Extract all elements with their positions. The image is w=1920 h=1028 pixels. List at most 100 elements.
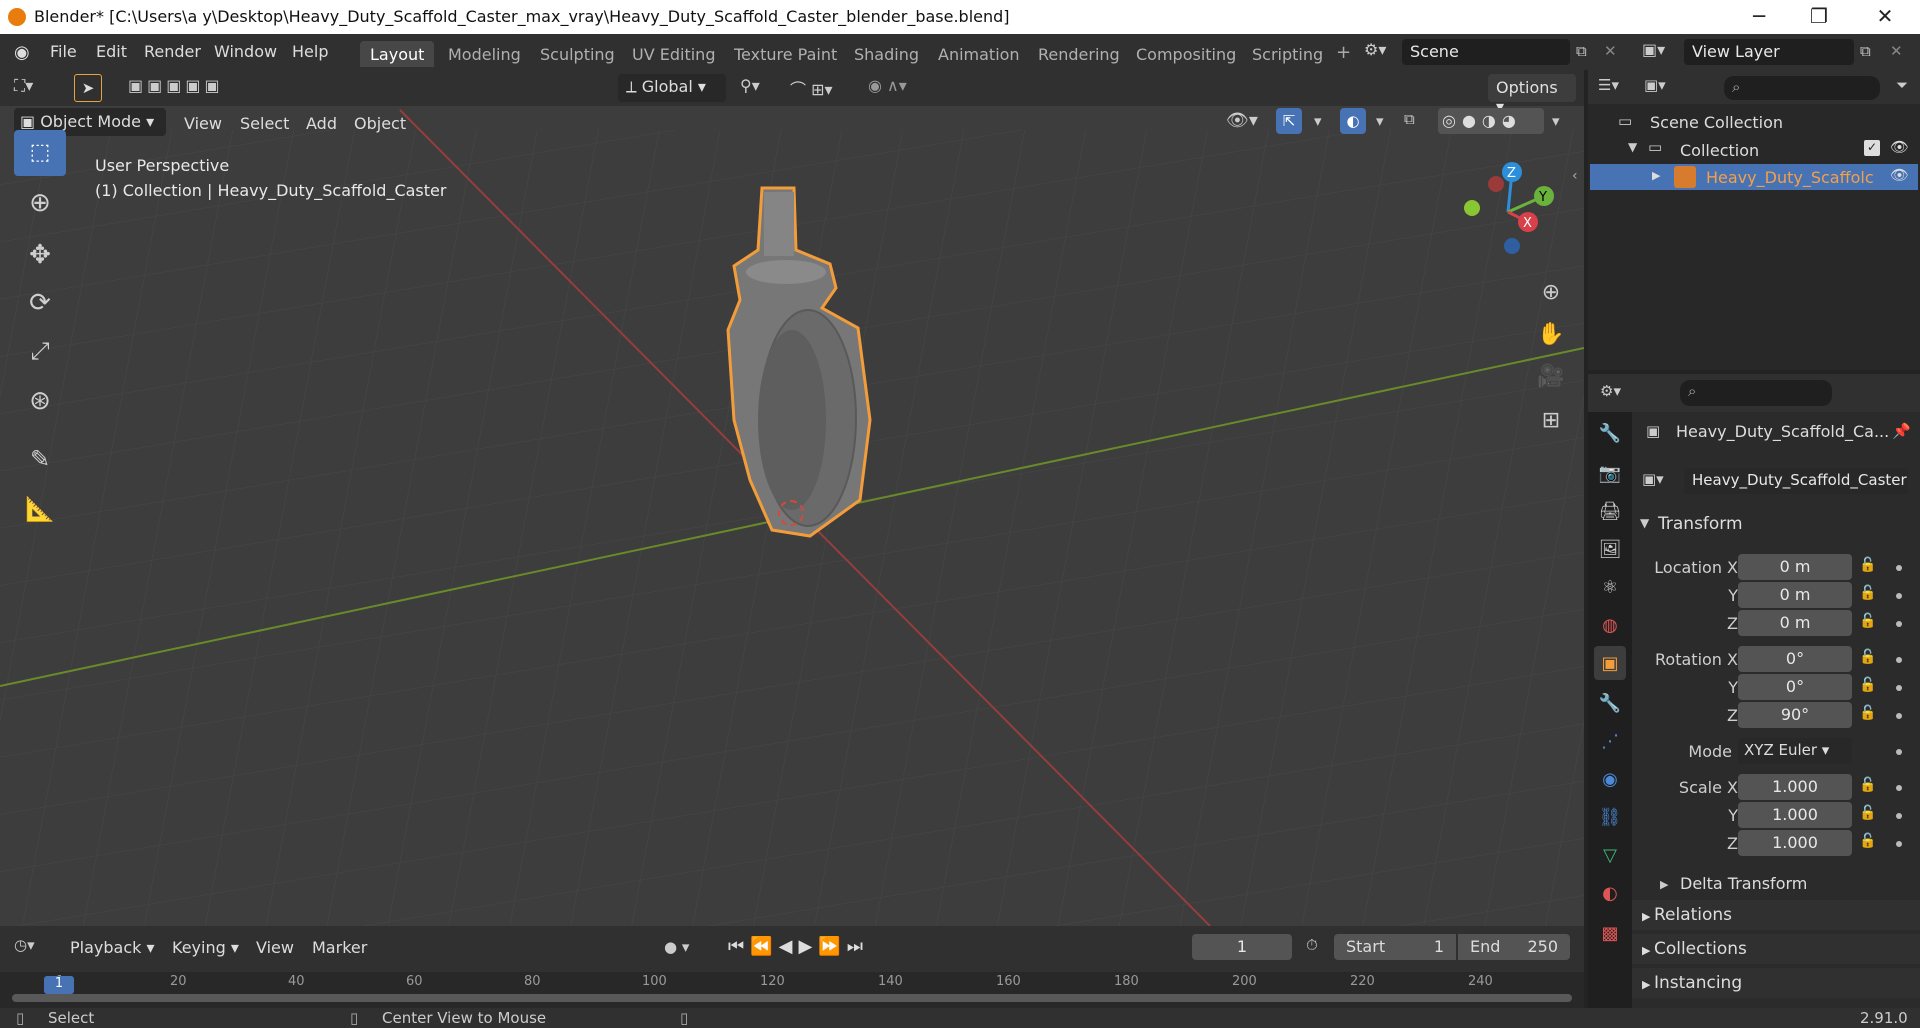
playhead-frame[interactable]: 1 bbox=[44, 976, 74, 994]
view-layer-field[interactable]: View Layer bbox=[1684, 39, 1854, 65]
menu-file[interactable]: File bbox=[50, 42, 77, 61]
current-frame-field[interactable]: 1 bbox=[1192, 934, 1292, 960]
menu-playback[interactable]: Playback ▾ bbox=[64, 938, 161, 966]
maximize-button[interactable]: ❐ bbox=[1796, 2, 1842, 32]
object-visibility-icon[interactable]: 👁 bbox=[1890, 166, 1909, 184]
tool-cursor[interactable]: ⊕ bbox=[14, 180, 66, 226]
transform-orientation-select[interactable]: ⟂ Global ▾ bbox=[618, 74, 726, 102]
relations-panel[interactable]: ▶ Relations bbox=[1632, 900, 1920, 930]
location-y-field[interactable]: 0 m bbox=[1738, 582, 1852, 608]
tab-modeling[interactable]: Modeling bbox=[438, 41, 531, 67]
selection-mode-icons[interactable]: ▣▣▣▣▣ bbox=[128, 76, 224, 104]
collection-expand-icon[interactable]: ▼ bbox=[1628, 140, 1637, 154]
snap-icon[interactable]: ⌒ ⊞▾ bbox=[790, 76, 833, 104]
menu-keying[interactable]: Keying ▾ bbox=[166, 938, 245, 966]
tool-select[interactable]: ⬚ bbox=[14, 130, 66, 176]
xray-icon[interactable]: ⧉ bbox=[1404, 110, 1415, 128]
tab-animation[interactable]: Animation bbox=[928, 41, 1030, 67]
zoom-icon[interactable]: ⊕ bbox=[1534, 276, 1568, 310]
gizmo-dropdown-icon[interactable]: ▾ bbox=[1314, 112, 1322, 130]
properties-search-input[interactable]: ⌕ bbox=[1680, 380, 1832, 406]
constraints-tab-icon[interactable]: ⛓ bbox=[1598, 806, 1622, 830]
caster-object[interactable] bbox=[710, 180, 890, 620]
ortho-toggle-icon[interactable]: ⊞ bbox=[1534, 404, 1568, 438]
timeline-scrollbar[interactable] bbox=[12, 994, 1572, 1002]
object-data-icon[interactable]: ▣▾ bbox=[1642, 470, 1664, 488]
lock-icon[interactable]: 🔓 bbox=[1858, 613, 1878, 633]
rotation-y-field[interactable]: 0° bbox=[1738, 674, 1852, 700]
object-name-field[interactable]: Heavy_Duty_Scaffold_Caster bbox=[1684, 468, 1908, 494]
scene-collection-label[interactable]: Scene Collection bbox=[1650, 113, 1783, 132]
proportional-edit-icon[interactable]: ◉ ∧▾ bbox=[868, 76, 907, 104]
keyframe-dot-icon[interactable] bbox=[1896, 841, 1902, 847]
camera-view-icon[interactable]: 🎥 bbox=[1534, 360, 1568, 394]
properties-editor-icon[interactable]: ⚙▾ bbox=[1600, 382, 1621, 400]
scale-x-field[interactable]: 1.000 bbox=[1738, 774, 1852, 800]
view-layer-tab-icon[interactable]: 🖼 bbox=[1598, 538, 1622, 562]
lock-icon[interactable]: 🔓 bbox=[1858, 805, 1878, 825]
scale-z-field[interactable]: 1.000 bbox=[1738, 830, 1852, 856]
3d-viewport[interactable]: ⛶▾ ➤ ▣▣▣▣▣ ⟂ Global ▾ ⚲▾ ⌒ ⊞▾ ◉ ∧▾ Optio… bbox=[0, 70, 1584, 926]
pivot-point-icon[interactable]: ⚲▾ bbox=[740, 76, 760, 104]
lock-icon[interactable]: 🔓 bbox=[1858, 557, 1878, 577]
texture-tab-icon[interactable]: ▩ bbox=[1598, 922, 1622, 946]
tool-move[interactable]: ✥ bbox=[14, 232, 66, 278]
physics-tab-icon[interactable]: ◉ bbox=[1598, 768, 1622, 792]
filter-icon[interactable]: ⏷ bbox=[1896, 76, 1908, 94]
display-mode-icon[interactable]: ▣▾ bbox=[1644, 76, 1666, 94]
auto-keying-icon[interactable]: ● ▾ bbox=[664, 938, 689, 956]
tab-shading[interactable]: Shading bbox=[844, 41, 929, 67]
tab-texture-paint[interactable]: Texture Paint bbox=[724, 41, 847, 67]
keyframe-dot-icon[interactable] bbox=[1896, 593, 1902, 599]
tab-compositing[interactable]: Compositing bbox=[1126, 41, 1246, 67]
world-tab-icon[interactable]: ◍ bbox=[1598, 614, 1622, 638]
editor-type-icon[interactable]: ⛶▾ bbox=[14, 76, 33, 104]
tool-measure[interactable]: 📐 bbox=[14, 486, 66, 532]
collection-label[interactable]: Collection bbox=[1680, 141, 1759, 160]
collection-visibility-icon[interactable]: 👁 bbox=[1890, 138, 1909, 156]
scale-y-field[interactable]: 1.000 bbox=[1738, 802, 1852, 828]
object-tab-icon[interactable]: ▣ bbox=[1598, 652, 1622, 676]
render-tab-icon[interactable]: 📷 bbox=[1598, 462, 1622, 486]
delete-view-layer-icon[interactable]: ✕ bbox=[1890, 42, 1903, 60]
playback-controls[interactable]: ⏮⏪◀▶⏩⏭ bbox=[728, 936, 869, 957]
overlays-dropdown-icon[interactable]: ▾ bbox=[1376, 112, 1384, 130]
keyframe-dot-icon[interactable] bbox=[1896, 785, 1902, 791]
tool-annotate[interactable]: ✎ bbox=[14, 436, 66, 482]
close-button[interactable]: ✕ bbox=[1862, 2, 1908, 32]
location-x-field[interactable]: 0 m bbox=[1738, 554, 1852, 580]
minimize-button[interactable]: ─ bbox=[1736, 2, 1782, 32]
delta-expand-icon[interactable]: ▶ bbox=[1660, 878, 1668, 891]
menu-render[interactable]: Render bbox=[144, 42, 201, 61]
tool-scale[interactable]: ⤢ bbox=[14, 328, 66, 374]
keyframe-dot-icon[interactable] bbox=[1896, 713, 1902, 719]
data-tab-icon[interactable]: ▽ bbox=[1598, 844, 1622, 868]
lock-icon[interactable]: 🔓 bbox=[1858, 649, 1878, 669]
navigation-gizmo[interactable]: Z Y X bbox=[1450, 158, 1570, 278]
options-button[interactable]: Options ▾ bbox=[1488, 74, 1576, 116]
menu-marker[interactable]: Marker bbox=[312, 938, 367, 966]
lock-icon[interactable]: 🔓 bbox=[1858, 585, 1878, 605]
keyframe-dot-icon[interactable] bbox=[1896, 621, 1902, 627]
delta-transform-label[interactable]: Delta Transform bbox=[1680, 874, 1807, 893]
pin-icon[interactable]: 📌 bbox=[1892, 422, 1911, 440]
menu-object[interactable]: Object bbox=[354, 114, 406, 142]
keyframe-dot-icon[interactable] bbox=[1896, 657, 1902, 663]
keyframe-dot-icon[interactable] bbox=[1896, 565, 1902, 571]
scene-tab-icon[interactable]: ⚛ bbox=[1598, 576, 1622, 600]
particles-tab-icon[interactable]: ⋰ bbox=[1598, 730, 1622, 754]
transform-panel-label[interactable]: Transform bbox=[1658, 514, 1743, 534]
rotation-z-field[interactable]: 90° bbox=[1738, 702, 1852, 728]
new-view-layer-icon[interactable]: ⧉ bbox=[1860, 42, 1871, 60]
shading-dropdown-icon[interactable]: ▾ bbox=[1552, 112, 1560, 130]
timeline-editor-icon[interactable]: ◷▾ bbox=[14, 936, 35, 954]
tab-rendering[interactable]: Rendering bbox=[1028, 41, 1130, 67]
gizmo-toggle-icon[interactable]: ⇱ bbox=[1276, 108, 1302, 134]
blender-menu-icon[interactable]: ◉ bbox=[14, 42, 36, 63]
lock-icon[interactable]: 🔓 bbox=[1858, 705, 1878, 725]
keyframe-dot-icon[interactable] bbox=[1896, 685, 1902, 691]
instancing-panel[interactable]: ▶ Instancing bbox=[1632, 968, 1920, 998]
tab-scripting[interactable]: Scripting bbox=[1242, 41, 1333, 67]
end-frame-field[interactable]: End 250 bbox=[1458, 934, 1570, 960]
menu-help[interactable]: Help bbox=[292, 42, 328, 61]
